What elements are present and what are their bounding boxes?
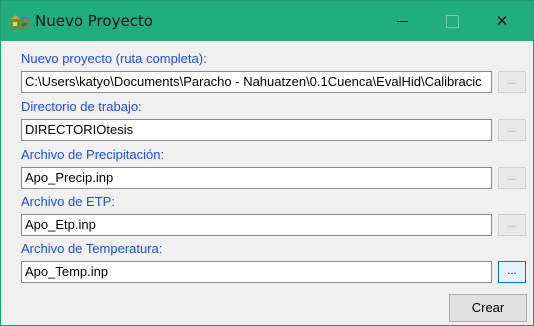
workdir-label: Directorio de trabajo: [21, 99, 142, 114]
maximize-icon [445, 14, 459, 28]
new-project-dialog: Nuevo Proyecto ✕ Nuevo proyecto (ruta co… [0, 0, 534, 326]
workdir-browse-button[interactable]: ... [498, 119, 526, 141]
maximize-button[interactable] [429, 1, 475, 41]
precip-browse-button[interactable]: ... [498, 167, 526, 189]
precip-file-input[interactable]: Apo_Precip.inp [21, 167, 492, 189]
title-bar[interactable]: Nuevo Proyecto ✕ [1, 1, 533, 41]
precip-file-label: Archivo de Precipitación: [21, 147, 165, 162]
temp-file-label: Archivo de Temperatura: [21, 241, 163, 256]
project-path-input[interactable]: C:\Users\katyo\Documents\Paracho - Nahua… [21, 71, 492, 93]
etp-file-label: Archivo de ETP: [21, 194, 115, 209]
app-icon [10, 15, 30, 29]
workdir-input[interactable]: DIRECTORIOtesis [21, 119, 492, 141]
temp-file-input[interactable]: Apo_Temp.inp [21, 261, 492, 283]
etp-file-input[interactable]: Apo_Etp.inp [21, 214, 492, 236]
close-button[interactable]: ✕ [479, 1, 525, 41]
minimize-icon [396, 20, 408, 22]
create-button[interactable]: Crear [449, 294, 527, 322]
project-path-label: Nuevo proyecto (ruta completa): [21, 51, 207, 66]
close-icon: ✕ [495, 13, 509, 30]
minimize-button[interactable] [379, 1, 425, 41]
project-path-browse-button[interactable]: ... [498, 71, 526, 93]
window-title: Nuevo Proyecto [35, 12, 153, 30]
etp-browse-button[interactable]: ... [498, 214, 526, 236]
temp-browse-button[interactable]: ... [498, 261, 526, 283]
